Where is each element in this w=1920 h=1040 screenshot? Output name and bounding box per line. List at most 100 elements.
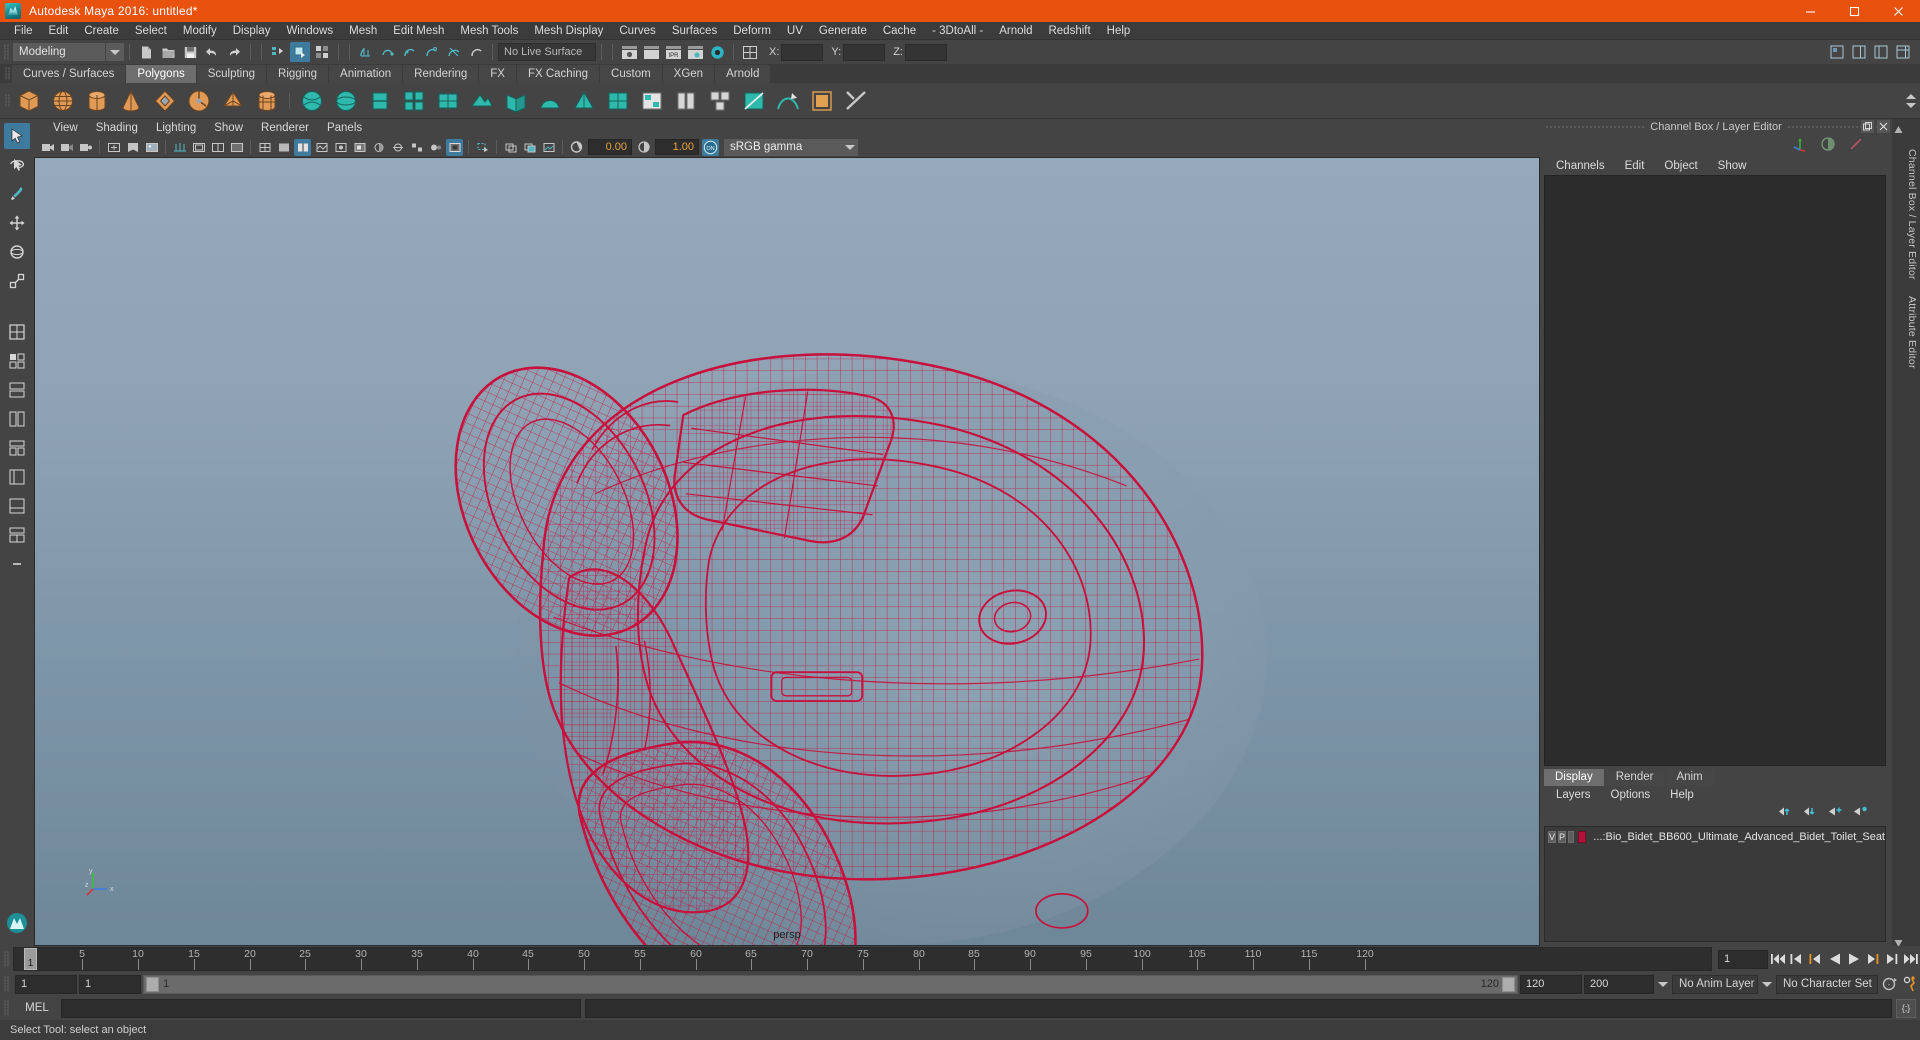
xray-icon[interactable] — [474, 139, 491, 156]
go-to-start-icon[interactable] — [1768, 949, 1787, 969]
snap-to-curve-icon[interactable] — [378, 42, 398, 62]
auto-keyframe-icon[interactable]: - — [1880, 974, 1899, 994]
range-track[interactable]: 1 120 — [143, 974, 1518, 994]
show-hide-tool-settings-icon[interactable] — [1871, 42, 1891, 62]
exposure-field[interactable]: 0.00 — [588, 139, 632, 155]
menu-uv[interactable]: UV — [779, 22, 811, 40]
channel-box-menu-channels[interactable]: Channels — [1546, 160, 1615, 172]
script-editor-icon[interactable]: {;} — [1896, 998, 1916, 1018]
poly-mirror-icon[interactable] — [637, 86, 667, 116]
shelf-tab-rendering[interactable]: Rendering — [403, 65, 479, 83]
layout-four-view-icon[interactable] — [4, 348, 30, 374]
snap-to-projected-center-icon[interactable] — [422, 42, 442, 62]
menu-modify[interactable]: Modify — [175, 22, 225, 40]
select-tool-button[interactable] — [4, 123, 30, 149]
tab-display[interactable]: Display — [1544, 769, 1604, 786]
anim-layer-select[interactable]: No Anim Layer — [1672, 974, 1758, 994]
poly-sphere-icon[interactable] — [48, 86, 78, 116]
menu-3dtoall[interactable]: - 3DtoAll - — [924, 22, 991, 40]
right-scrollbar[interactable] — [1892, 119, 1904, 947]
new-layer-icon[interactable] — [1828, 805, 1843, 823]
move-tool-button[interactable] — [4, 210, 30, 236]
gate-mask-icon[interactable] — [228, 139, 245, 156]
menu-arnold[interactable]: Arnold — [991, 22, 1040, 40]
range-start-field[interactable]: 1 — [79, 974, 141, 994]
close-icon[interactable] — [1877, 120, 1890, 133]
lasso-tool-button[interactable] — [4, 152, 30, 178]
layer-playback-toggle[interactable]: P — [1558, 830, 1567, 843]
3d-viewport[interactable]: y x z persp — [34, 157, 1540, 946]
camera-attributes-icon[interactable] — [77, 139, 94, 156]
command-line-input[interactable] — [61, 998, 581, 1018]
channel-box-content[interactable] — [1544, 175, 1886, 766]
paint-select-tool-button[interactable] — [4, 181, 30, 207]
poly-bevel-icon[interactable] — [433, 86, 463, 116]
motion-blur-icon[interactable] — [389, 139, 406, 156]
shelf-overflow-arrows[interactable] — [1906, 83, 1916, 119]
snap-to-grid-icon[interactable] — [356, 42, 376, 62]
menu-file[interactable]: File — [6, 22, 41, 40]
show-hide-attribute-editor-icon[interactable] — [1849, 42, 1869, 62]
undo-icon[interactable] — [202, 42, 222, 62]
scale-tool-button[interactable] — [4, 268, 30, 294]
resolution-gate-icon[interactable] — [209, 139, 226, 156]
hypershade-icon[interactable] — [707, 42, 727, 62]
step-forward-key-icon[interactable] — [1882, 949, 1901, 969]
smooth-shading-icon[interactable] — [275, 139, 292, 156]
show-hide-channel-box-icon[interactable] — [1893, 42, 1913, 62]
step-back-frame-icon[interactable] — [1806, 949, 1825, 969]
shelf-tab-rigging[interactable]: Rigging — [267, 65, 329, 83]
rotate-tool-button[interactable] — [4, 239, 30, 265]
anim-end-field[interactable]: 200 — [1584, 974, 1654, 994]
shelf-tab-polygons[interactable]: Polygons — [126, 65, 196, 83]
render-settings-icon[interactable] — [685, 42, 705, 62]
maximize-button[interactable] — [1832, 0, 1876, 22]
textured-shading-icon[interactable] — [313, 139, 330, 156]
menu-cache[interactable]: Cache — [875, 22, 924, 40]
select-by-object-icon[interactable] — [290, 42, 310, 62]
poly-reduce-icon[interactable] — [671, 86, 701, 116]
save-scene-icon[interactable] — [180, 42, 200, 62]
shelf-gripper[interactable] — [2, 64, 12, 83]
gamma-field[interactable]: 1.00 — [655, 139, 699, 155]
transform-channels-icon[interactable] — [1792, 136, 1808, 157]
step-back-key-icon[interactable] — [1787, 949, 1806, 969]
show-hide-modeling-toolkit-icon[interactable] — [1827, 42, 1847, 62]
snap-make-live-icon[interactable] — [466, 42, 486, 62]
layer-name-label[interactable]: ...:Bio_Bidet_BB600_Ultimate_Advanced_Bi… — [1593, 831, 1885, 843]
select-camera-icon[interactable] — [39, 139, 56, 156]
poly-cylinder-icon[interactable] — [82, 86, 112, 116]
snap-to-point-icon[interactable] — [400, 42, 420, 62]
chevron-down-icon[interactable] — [106, 43, 124, 61]
menu-deform[interactable]: Deform — [725, 22, 779, 40]
shapes-channels-icon[interactable] — [1848, 136, 1864, 157]
menu-mesh[interactable]: Mesh — [341, 22, 385, 40]
scroll-down-icon[interactable] — [1894, 935, 1903, 947]
layer-menu-options[interactable]: Options — [1601, 789, 1661, 801]
chevron-down-icon[interactable] — [842, 138, 858, 156]
close-button[interactable] — [1876, 0, 1920, 22]
color-management-toggle[interactable]: ON — [702, 138, 719, 156]
output-channels-icon[interactable] — [1820, 136, 1836, 157]
shadows-icon[interactable] — [351, 139, 368, 156]
go-to-end-icon[interactable] — [1901, 949, 1920, 969]
depth-of-field-icon[interactable] — [427, 139, 444, 156]
poly-quadrangulate-icon[interactable] — [603, 86, 633, 116]
shelf-tab-custom[interactable]: Custom — [600, 65, 662, 83]
poly-pyramid-icon[interactable] — [218, 86, 248, 116]
menu-select[interactable]: Select — [127, 22, 175, 40]
image-plane-icon[interactable] — [143, 139, 160, 156]
menu-set-selector[interactable]: Modeling — [13, 43, 105, 61]
layer-menu-layers[interactable]: Layers — [1546, 789, 1601, 801]
poly-cone-icon[interactable] — [116, 86, 146, 116]
multisample-aa-icon[interactable] — [408, 139, 425, 156]
range-handle-right[interactable] — [1502, 976, 1515, 992]
time-cursor[interactable]: 1 — [24, 948, 37, 970]
menu-edit-mesh[interactable]: Edit Mesh — [385, 22, 452, 40]
gamma-icon[interactable] — [635, 139, 652, 156]
character-set-select[interactable]: No Character Set — [1776, 974, 1878, 994]
poly-boolean-union-icon[interactable] — [705, 86, 735, 116]
menu-redshift[interactable]: Redshift — [1040, 22, 1098, 40]
menu-display[interactable]: Display — [225, 22, 279, 40]
shelf-tab-fx-caching[interactable]: FX Caching — [516, 65, 600, 83]
